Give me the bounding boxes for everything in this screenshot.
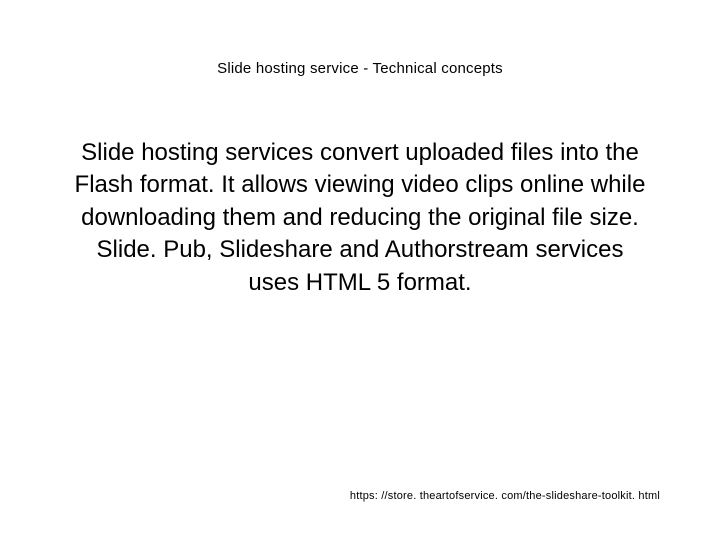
slide-container: Slide hosting service - Technical concep… — [0, 0, 720, 540]
footer-url: https: //store. theartofservice. com/the… — [350, 490, 660, 502]
slide-body: Slide hosting services convert uploaded … — [60, 137, 660, 299]
slide-title: Slide hosting service - Technical concep… — [60, 60, 660, 77]
